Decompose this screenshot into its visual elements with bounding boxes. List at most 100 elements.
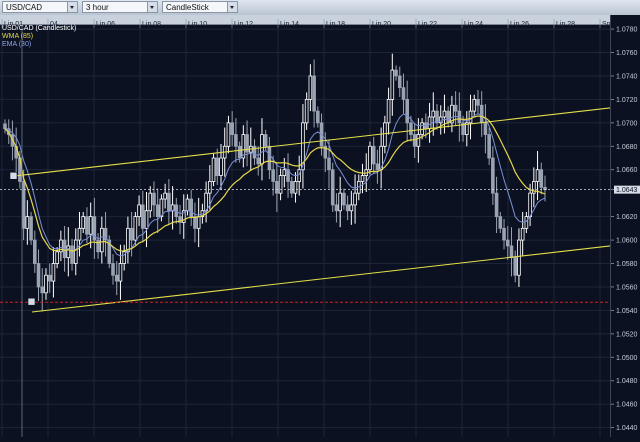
date-tick-label: Lip 20 [372,21,391,28]
candle-body [51,263,56,282]
candle-body [517,239,521,276]
candle-body [278,175,283,194]
candle-body [479,104,484,124]
candle-body [3,123,7,130]
channel-anchor-handle[interactable] [27,297,36,306]
candle-body [487,134,491,159]
candle-body [371,145,376,165]
candle-body [193,216,197,229]
price-tick-label: 1.0500 [616,355,638,362]
candle-body [405,99,410,124]
candle-body [390,69,395,100]
candle-body [163,192,167,200]
price-tick-label: 1.0780 [616,27,638,34]
candle-body [133,216,138,241]
candle-body [189,198,194,218]
candle-body [196,216,201,229]
candle-body [282,169,287,176]
candle-body [140,204,145,229]
candle-body [349,204,354,212]
price-tick-label: 1.0720 [616,97,638,104]
candle-body [21,181,26,229]
candle-body [73,239,78,264]
channel-anchor-handle[interactable] [9,171,18,180]
candle-body [468,110,473,124]
candle-body [32,239,37,264]
price-tick-label: 1.0700 [616,120,638,127]
candle-body [36,263,41,288]
candle-body [513,257,518,276]
candle-body [219,157,223,176]
timeframe-select[interactable]: 3 hour [82,1,158,13]
candle-body [96,239,100,253]
date-tick-label: Lip 26 [510,21,529,28]
date-tick-label: Lip 10 [188,21,207,28]
candle-body [55,251,59,264]
price-tick-label: 1.0560 [616,284,638,291]
chevron-down-icon [67,2,77,12]
candle-body [44,274,48,294]
candle-body [520,227,525,241]
candle-body [353,192,357,206]
price-tick-label: 1.0760 [616,50,638,57]
price-tick-label: 1.0520 [616,331,638,338]
candle-body [334,204,339,212]
symbol-select-value: USD/CAD [6,3,43,12]
candle-body [483,122,488,135]
date-axis-labels: Lip 01 04 Lip 06 Lip 08 Lip 10 Lip 12 Lip 14 Li… [1,19,623,28]
price-tick-label: 1.0440 [616,425,638,432]
candle-body [502,227,506,241]
candle-body [330,169,335,206]
candle-body [47,274,52,282]
price-tick-label: 1.0580 [616,261,638,268]
date-tick-label: Lip 08 [142,21,161,28]
date-tick-label: Lip 22 [418,21,437,28]
candle-body [208,181,212,194]
candle-body [409,122,413,135]
price-tick-label: 1.0643 [616,187,638,194]
candle-body [308,75,313,100]
legend-wma: WMA (85) [2,33,34,40]
candle-body [435,110,439,124]
candle-body [539,169,544,188]
candle-body [40,286,45,294]
candle-body [237,145,242,159]
candle-body [345,204,350,212]
date-tick-label: Lip 06 [96,21,115,28]
candle-body [491,157,495,194]
symbol-select[interactable]: USD/CAD [2,1,78,13]
candle-body [431,110,436,118]
candle-body [524,216,529,229]
candle-body [494,192,499,218]
candle-body [29,216,33,241]
chevron-down-icon [227,2,237,12]
price-tick-label: 1.0680 [616,144,638,151]
candle-body [383,122,387,147]
legend-ema: EMA (30) [2,41,32,48]
price-axis[interactable]: 1.0780 1.0760 1.0740 1.0720 1.0700 1.0680 1.06… [610,15,640,437]
chart-toolbar: USD/CAD 3 hour CandleStick [0,0,640,16]
price-tick-label: 1.0540 [616,308,638,315]
candle-body [509,245,514,259]
date-tick-label: Lip 14 [280,21,299,28]
candle-body [442,110,447,118]
candle-body [230,122,234,135]
price-chart[interactable] [0,15,611,437]
candle-body [438,116,443,124]
chart-type-select[interactable]: CandleStick [162,1,238,13]
candle-body [167,192,171,212]
date-tick-label: Lip 18 [326,21,345,28]
candle-body [144,210,149,229]
candle-body [185,198,190,212]
candle-body [275,181,279,194]
price-chart-canvas[interactable] [0,15,611,437]
candle-body [412,134,417,147]
candle-body [256,157,261,165]
candle-body [476,99,480,106]
date-axis: Lip 01 04 Lip 06 Lip 08 Lip 10 Lip 12 Lip 14 Li… [0,15,623,28]
candle-body [394,69,398,77]
candle-body [472,99,477,112]
candle-body [293,181,298,194]
candle-body [304,99,309,124]
candle-body [528,192,532,218]
